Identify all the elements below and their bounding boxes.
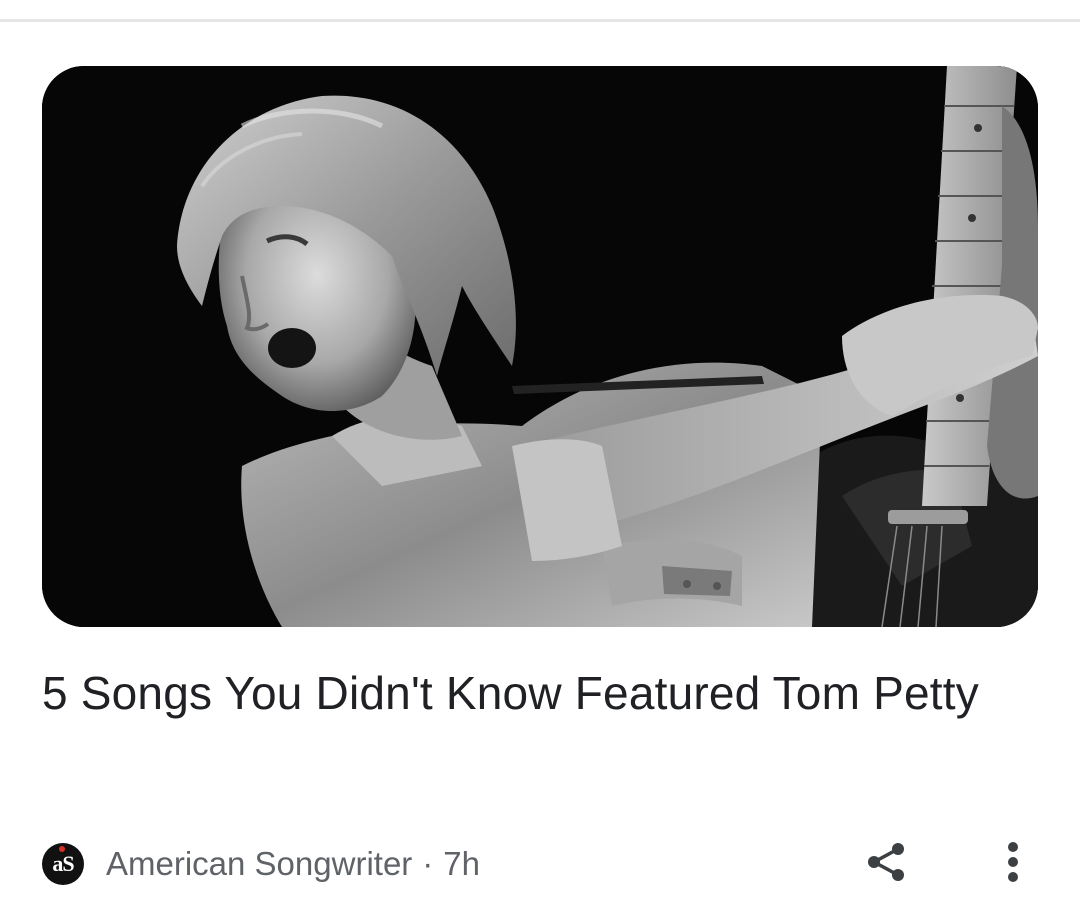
meta-separator: · — [422, 845, 434, 882]
article-headline[interactable]: 5 Songs You Didn't Know Featured Tom Pet… — [42, 664, 1002, 722]
share-icon — [868, 843, 904, 881]
article-image[interactable] — [42, 66, 1038, 627]
article-card[interactable]: 5 Songs You Didn't Know Featured Tom Pet… — [0, 22, 1080, 899]
source-logo-text: aS — [52, 851, 74, 876]
logo-star-icon — [59, 846, 65, 852]
article-photo — [42, 66, 1038, 627]
share-button[interactable] — [860, 836, 912, 888]
more-options-button[interactable] — [990, 836, 1036, 888]
publish-time: 7h — [443, 845, 480, 882]
article-meta: aS American Songwriter · 7h — [42, 842, 480, 886]
news-feed-page: 5 Songs You Didn't Know Featured Tom Pet… — [0, 0, 1080, 899]
source-logo: aS — [42, 843, 84, 885]
source-name[interactable]: American Songwriter — [106, 845, 412, 883]
more-vert-icon — [1008, 842, 1018, 882]
